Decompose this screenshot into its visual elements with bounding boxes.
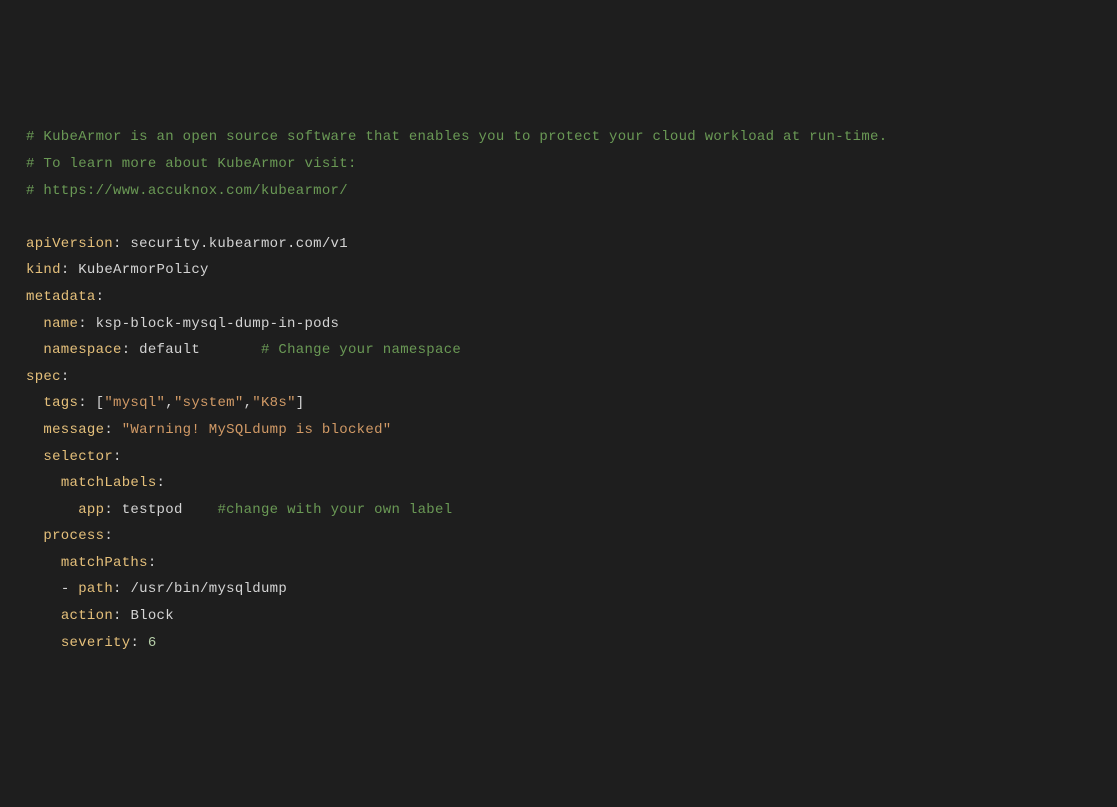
yaml-key-namespace: namespace <box>43 342 121 358</box>
comment-line-2: # To learn more about KubeArmor visit: <box>26 156 357 172</box>
comment-label: #change with your own label <box>217 502 452 518</box>
yaml-key-apiversion: apiVersion <box>26 236 113 252</box>
colon: : <box>130 635 147 651</box>
yaml-value-name: ksp-block-mysql-dump-in-pods <box>96 316 340 332</box>
yaml-key-process: process <box>43 528 104 544</box>
dash: - <box>61 581 78 597</box>
bracket-close: ] <box>296 395 305 411</box>
colon: : <box>113 449 122 465</box>
yaml-key-matchlabels: matchLabels <box>61 475 157 491</box>
colon: : <box>78 316 95 332</box>
yaml-value-action: Block <box>130 608 174 624</box>
yaml-value-path: /usr/bin/mysqldump <box>130 581 287 597</box>
yaml-key-path: path <box>78 581 113 597</box>
yaml-value-namespace: default <box>139 342 200 358</box>
yaml-tag-3: "K8s" <box>252 395 296 411</box>
colon: : <box>96 289 105 305</box>
colon: : <box>148 555 157 571</box>
colon: : <box>113 581 130 597</box>
colon: : <box>122 342 139 358</box>
comment-line-3: # https://www.accuknox.com/kubearmor/ <box>26 183 348 199</box>
colon: : <box>104 422 121 438</box>
yaml-value-apiversion: security.kubearmor.com/v1 <box>130 236 348 252</box>
yaml-value-kind: KubeArmorPolicy <box>78 262 209 278</box>
code-block: # KubeArmor is an open source software t… <box>26 124 1091 656</box>
yaml-tag-2: "system" <box>174 395 244 411</box>
colon: : <box>61 262 78 278</box>
yaml-key-action: action <box>61 608 113 624</box>
colon: : <box>104 502 121 518</box>
comment-line-1: # KubeArmor is an open source software t… <box>26 129 887 145</box>
yaml-key-severity: severity <box>61 635 131 651</box>
comma: , <box>244 395 253 411</box>
yaml-value-severity: 6 <box>148 635 157 651</box>
yaml-value-app: testpod <box>122 502 183 518</box>
yaml-key-matchpaths: matchPaths <box>61 555 148 571</box>
colon: : <box>157 475 166 491</box>
yaml-key-spec: spec <box>26 369 61 385</box>
colon: : <box>113 236 130 252</box>
yaml-key-app: app <box>78 502 104 518</box>
yaml-key-kind: kind <box>26 262 61 278</box>
colon: : <box>104 528 113 544</box>
colon: : <box>113 608 130 624</box>
yaml-value-message: "Warning! MySQLdump is blocked" <box>122 422 392 438</box>
yaml-key-tags: tags <box>43 395 78 411</box>
colon: : <box>61 369 70 385</box>
yaml-key-metadata: metadata <box>26 289 96 305</box>
yaml-tag-1: "mysql" <box>104 395 165 411</box>
yaml-key-selector: selector <box>43 449 113 465</box>
yaml-key-name: name <box>43 316 78 332</box>
comment-namespace: # Change your namespace <box>261 342 461 358</box>
comma: , <box>165 395 174 411</box>
colon: : <box>78 395 95 411</box>
yaml-key-message: message <box>43 422 104 438</box>
